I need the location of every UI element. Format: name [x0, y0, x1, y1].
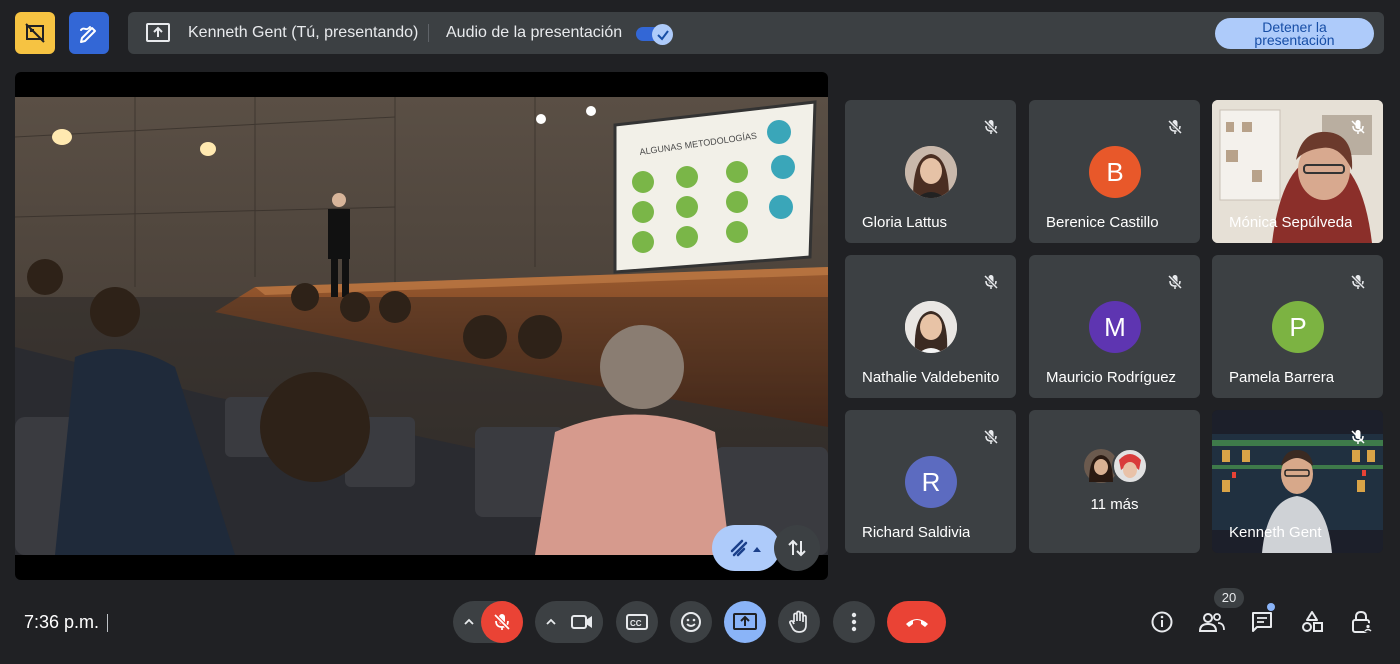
participant-tile[interactable]: Kenneth Gent	[1212, 410, 1383, 553]
participant-name: Gloria Lattus	[862, 214, 948, 231]
participant-name: Kenneth Gent	[1229, 524, 1322, 541]
mic-off-icon	[1162, 269, 1188, 295]
video-camera-icon	[571, 615, 592, 629]
avatar-initial: P	[1289, 311, 1307, 342]
lock-person-icon	[1352, 610, 1373, 633]
annotate-button[interactable]	[69, 12, 109, 54]
captions-icon: CC	[626, 614, 648, 630]
unread-indicator	[1267, 603, 1275, 611]
present-screen-icon	[733, 613, 757, 630]
participant-name: Berenice Castillo	[1046, 214, 1159, 231]
divider	[107, 614, 108, 632]
annotation-icon	[730, 539, 761, 557]
stop-button-label-2: presentación	[1254, 32, 1335, 48]
raise-hand-button[interactable]	[778, 601, 820, 643]
mic-off-icon	[978, 424, 1004, 450]
meeting-details-button[interactable]	[1147, 607, 1177, 637]
more-participants-tile[interactable]: 11 más	[1029, 410, 1200, 553]
swap-icon	[788, 539, 806, 557]
swap-layout-button[interactable]	[774, 525, 820, 571]
presentation-bar: Kenneth Gent (Tú, presentando) Audio de …	[128, 12, 1384, 54]
activities-button[interactable]	[1297, 607, 1327, 637]
mic-off-icon	[1345, 114, 1371, 140]
auditorium-image: ALGUNAS METODOLOGÍAS	[15, 97, 828, 555]
camera-button[interactable]	[561, 601, 603, 643]
presenter-text: Kenneth Gent (Tú, presentando)	[188, 24, 419, 41]
no-frame-icon	[25, 23, 45, 43]
chat-button[interactable]	[1247, 607, 1277, 637]
mic-off-icon	[978, 269, 1004, 295]
participant-tile[interactable]: R Richard Saldivia	[845, 410, 1016, 553]
hide-self-view-button[interactable]	[15, 12, 55, 54]
mic-off-icon	[978, 114, 1004, 140]
leave-call-button[interactable]	[887, 601, 946, 643]
present-screen-icon	[146, 23, 170, 42]
reactions-button[interactable]	[670, 601, 712, 643]
participant-name: Mónica Sepúlveda	[1229, 214, 1353, 231]
avatar: B	[1089, 146, 1141, 198]
captions-button[interactable]: CC	[616, 601, 658, 643]
avatar	[905, 301, 957, 353]
avatar: P	[1272, 301, 1324, 353]
stop-presenting-button[interactable]: Detener la presentación	[1215, 18, 1374, 49]
avatar-initial: B	[1106, 156, 1124, 187]
participant-name: Nathalie Valdebenito	[862, 369, 1000, 386]
avatar: R	[905, 456, 957, 508]
present-button[interactable]	[724, 601, 766, 643]
participant-tile[interactable]: Nathalie Valdebenito	[845, 255, 1016, 398]
hand-icon	[789, 610, 807, 633]
participant-name: Richard Saldivia	[862, 524, 971, 541]
svg-text:CC: CC	[630, 619, 642, 628]
audio-toggle[interactable]	[636, 24, 674, 45]
participant-tile[interactable]: B Berenice Castillo	[1029, 100, 1200, 243]
presentation-stage: ALGUNAS METODOLOGÍAS	[15, 72, 828, 580]
check-icon	[656, 29, 669, 41]
meeting-time: 7:36 p.m.	[24, 612, 100, 632]
participant-name: Mauricio Rodríguez	[1046, 369, 1177, 386]
participant-name: Pamela Barrera	[1229, 369, 1335, 386]
stacked-avatars	[1084, 448, 1148, 484]
mic-off-icon	[1162, 114, 1188, 140]
mic-off-icon	[1345, 269, 1371, 295]
participant-tile[interactable]: Mónica Sepúlveda	[1212, 100, 1383, 243]
audio-label: Audio de la presentación	[446, 24, 623, 41]
host-controls-button[interactable]	[1347, 607, 1377, 637]
chat-icon	[1252, 612, 1272, 632]
avatar	[905, 146, 957, 198]
annotation-tools-button[interactable]	[712, 525, 780, 571]
chevron-up-icon	[546, 618, 556, 625]
participant-tile[interactable]: M Mauricio Rodríguez	[1029, 255, 1200, 398]
people-icon	[1199, 613, 1225, 632]
mic-off-icon	[1345, 424, 1371, 450]
participant-tile[interactable]: P Pamela Barrera	[1212, 255, 1383, 398]
hang-up-icon	[905, 619, 928, 627]
mic-off-icon	[493, 613, 511, 631]
mic-options-button[interactable]	[461, 614, 477, 630]
participant-tile[interactable]: Gloria Lattus	[845, 100, 1016, 243]
avatar: M	[1089, 301, 1141, 353]
more-participants-label: 11 más	[1090, 496, 1139, 513]
shapes-icon	[1302, 611, 1323, 632]
emoji-icon	[681, 612, 701, 632]
more-vertical-icon	[851, 612, 857, 632]
pen-icon	[80, 26, 96, 43]
divider	[428, 24, 429, 42]
info-icon	[1151, 611, 1173, 633]
people-button[interactable]	[1197, 607, 1227, 637]
avatar-initial: R	[921, 466, 941, 497]
camera-options-button[interactable]	[543, 614, 559, 630]
microphone-button[interactable]	[481, 601, 523, 643]
chevron-up-icon	[464, 618, 474, 625]
participant-count-badge: 20	[1214, 588, 1244, 608]
more-options-button[interactable]	[833, 601, 875, 643]
avatar-initial: M	[1104, 311, 1126, 342]
